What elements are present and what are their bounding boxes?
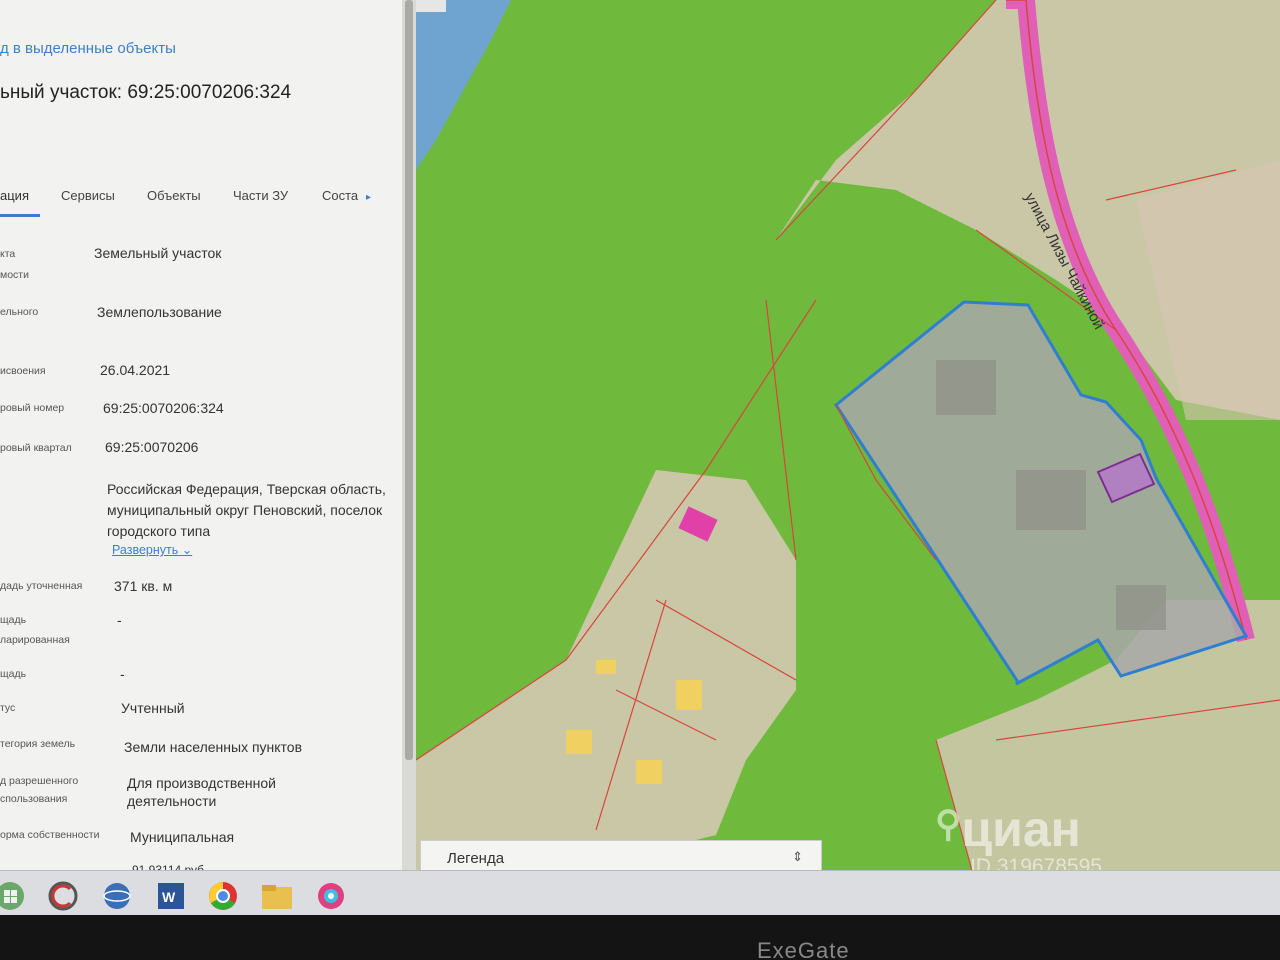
info-panel: д в выделенные объекты ьный участок: 69:…	[0, 0, 405, 880]
taskbar: W	[0, 870, 1280, 920]
building	[1116, 585, 1166, 630]
field-label: щадь	[0, 614, 27, 626]
expand-label: Развернуть	[112, 543, 179, 557]
field-label: тус	[0, 702, 16, 714]
object-title: ьный участок: 69:25:0070206:324	[0, 82, 292, 103]
field-label: ларированная	[0, 634, 70, 646]
field-value-object-type: Земельный участок	[94, 245, 222, 261]
chevron-updown-icon: ⇕	[792, 849, 803, 864]
building	[936, 360, 996, 415]
field-label: ельного	[0, 306, 39, 318]
pin-icon: ⚲	[935, 803, 962, 844]
parcel-area-southwest	[416, 470, 796, 880]
field-label: щадь	[0, 668, 27, 680]
building	[566, 730, 592, 754]
tab-services[interactable]: Сервисы	[61, 188, 115, 203]
screen: д в выделенные объекты ьный участок: 69:…	[0, 0, 1280, 960]
field-label: ровый квартал	[0, 442, 72, 454]
field-value-subtype: Землепользование	[97, 304, 222, 320]
ccleaner-icon[interactable]	[44, 877, 82, 915]
watermark-logo: ⚲циан	[935, 800, 1081, 858]
water-area	[416, 0, 511, 170]
watermark-text: циан	[961, 801, 1081, 857]
tab-bar: ация Сервисы Объекты Части ЗУ Соста ▸	[0, 186, 400, 220]
field-value-area: 371 кв. м	[114, 578, 173, 594]
field-label: ровый номер	[0, 402, 65, 414]
building	[676, 680, 702, 710]
field-label: кта	[0, 248, 16, 260]
word-icon[interactable]: W	[152, 877, 190, 915]
field-value-area-2: -	[120, 666, 125, 682]
tab-parts[interactable]: Части ЗУ	[233, 188, 288, 203]
field-value-permitted-use: Для производственной деятельности	[127, 775, 276, 809]
field-value-cadastral-number: 69:25:0070206:324	[103, 400, 224, 416]
field-value-ownership: Муниципальная	[130, 829, 235, 845]
svg-text:W: W	[162, 889, 176, 905]
field-label: дадь уточненная	[0, 580, 83, 592]
legend-label: Легенда	[447, 850, 505, 867]
map-control	[416, 0, 446, 12]
tabs-scroll-right-icon[interactable]: ▸	[366, 192, 371, 203]
field-value-cadastral-quarter: 69:25:0070206	[105, 439, 199, 455]
monitor-brand: ExeGate	[757, 938, 850, 960]
field-value-land-category: Земли населенных пунктов	[124, 739, 303, 755]
start-icon[interactable]	[0, 877, 38, 915]
scrollbar-thumb[interactable]	[405, 0, 413, 760]
field-value-status: Учтенный	[121, 700, 185, 716]
field-label: мости	[0, 269, 29, 281]
field-label: спользования	[0, 793, 68, 805]
active-tab-indicator	[0, 214, 40, 217]
parcel-area-east	[1136, 160, 1280, 420]
monitor-bezel	[0, 915, 1280, 960]
field-label: тегория земель	[0, 738, 76, 750]
building	[1016, 470, 1086, 530]
tab-composition[interactable]: Соста	[322, 188, 358, 203]
field-value-declared-area: -	[117, 612, 122, 628]
tab-objects[interactable]: Объекты	[147, 188, 201, 203]
chevron-down-icon: ⌄	[181, 543, 193, 557]
file-explorer-icon[interactable]	[258, 877, 296, 915]
building	[596, 660, 616, 674]
globe-icon[interactable]	[98, 877, 136, 915]
panel-scrollbar[interactable]	[402, 0, 416, 880]
chrome-icon[interactable]	[204, 877, 242, 915]
map-view[interactable]: улица Лизы Чайкиной	[416, 0, 1280, 885]
field-label: орма собственности	[0, 829, 100, 841]
tab-information[interactable]: ация	[0, 188, 29, 203]
app-icon[interactable]	[312, 877, 350, 915]
expand-link[interactable]: Развернуть ⌄	[112, 542, 192, 557]
field-label: исвоения	[0, 365, 46, 377]
add-to-selected-link[interactable]: д в выделенные объекты	[0, 40, 176, 57]
field-value-address: Российская Федерация, Тверская область, …	[107, 481, 386, 539]
field-label: д разрешенного	[0, 775, 79, 787]
map-canvas	[416, 0, 1280, 885]
field-value-date: 26.04.2021	[100, 362, 171, 378]
building	[636, 760, 662, 784]
